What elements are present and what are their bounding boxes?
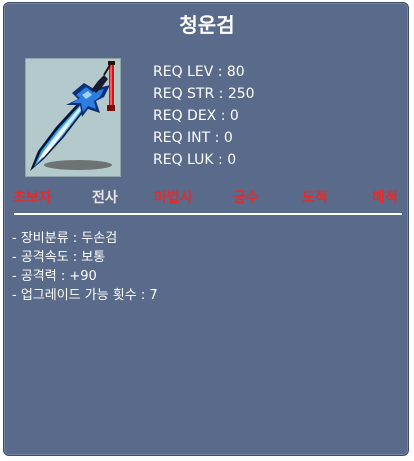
job-thief: 도적 [302,190,328,206]
job-warrior: 전사 [92,190,118,206]
requirements-list: REQ LEV : 80 REQ STR : 250 REQ DEX : 0 R… [153,61,255,171]
stat-equip-category: - 장비분류 : 두손검 [12,231,118,246]
item-name: 청운검 [179,13,235,37]
job-beginner: 초보자 [13,190,52,206]
req-luk: REQ LUK : 0 [153,152,237,168]
req-dex: REQ DEX : 0 [153,108,239,124]
req-int: REQ INT : 0 [153,130,233,146]
job-pirate: 해적 [372,190,398,206]
stat-attack-speed: - 공격속도 : 보통 [12,250,106,265]
divider [14,213,402,215]
stat-upgrade-slots: - 업그레이드 가능 횟수 : 7 [12,288,158,303]
stat-attack-power: - 공격력 : +90 [12,269,97,284]
item-stats-list: - 장비분류 : 두손검 - 공격속도 : 보통 - 공격력 : +90 - 업… [12,229,158,305]
item-tooltip: 청운검 REQ LEV: 80 REQ STR: 250 REQ DEX:… [3,2,409,456]
job-magician: 마법사 [154,190,193,206]
job-class-row: 초보자 전사 마법사 궁수 도적 해적 [4,187,410,207]
blue-two-handed-sword-icon [25,58,135,177]
job-bowman: 궁수 [233,190,259,206]
req-str: REQ STR : 250 [153,86,255,102]
req-level: REQ LEV : 80 [153,64,245,80]
